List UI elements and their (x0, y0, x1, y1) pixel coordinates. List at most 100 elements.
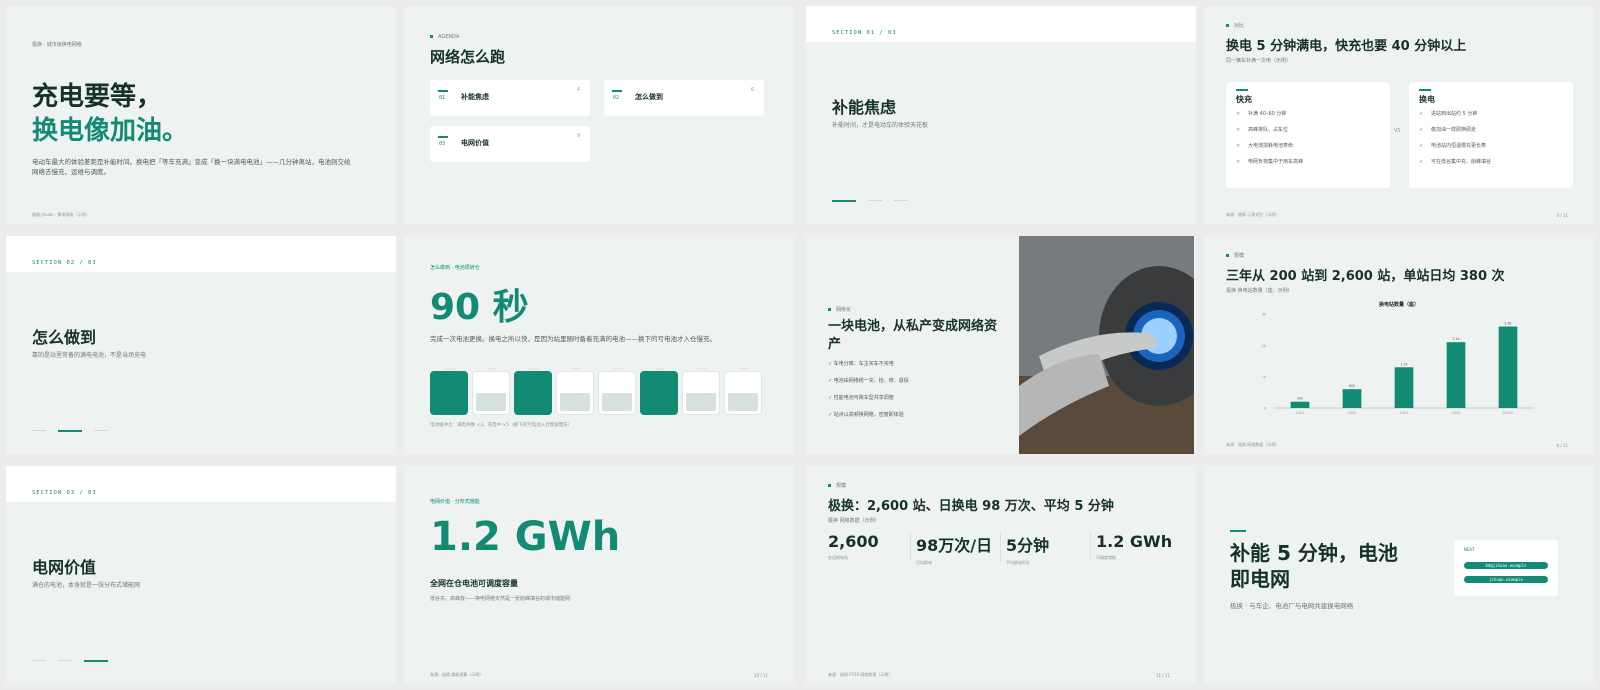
bar-2025E (1498, 326, 1518, 408)
bar-2021 (1290, 401, 1310, 408)
slide-footer: 极换 Jihuan · 换电网络（示例） (32, 212, 90, 217)
agenda-item-number: 02 (613, 95, 620, 101)
charging-plug-photo (1019, 236, 1194, 454)
bar-value-label: 200 (1297, 397, 1303, 401)
big-number: 90 秒 (430, 287, 529, 328)
section-title: 电网价值 (32, 558, 97, 577)
storage-title: 全网在仓电池可调度容量 (430, 579, 518, 588)
progress-dots (832, 200, 908, 202)
vs-label: VS (1394, 128, 1401, 134)
battery-full-icon (640, 368, 678, 415)
check-icon: ✓ (1419, 127, 1424, 133)
agenda-item[interactable]: 03 电网价值 9 (430, 126, 590, 162)
agenda-item-page: 4 (576, 87, 580, 93)
slide-section-1[interactable]: SECTION 01 / 03 补能焦虑 补能时间，才是电动车的体验天花板 (806, 6, 1196, 224)
slide-storage[interactable]: 电网价值 · 分布式储能 1.2 GWh 全网在仓电池可调度容量 低谷充、高峰放… (404, 466, 794, 684)
slide-body: 电动车最大的体验差距是补能时间。换电把「等车充满」变成「换一块满电电池」——几分… (32, 158, 351, 176)
slide-comparison[interactable]: 对比 换电 5 分钟满电，快充也要 40 分钟以上 同一辆车补满一次电（示例） … (1204, 6, 1594, 224)
cross-icon: × (1236, 143, 1241, 149)
check-icon: ✓ (1419, 159, 1424, 165)
x-tick-label: 2024 (1452, 411, 1462, 415)
slide-closing[interactable]: 补能 5 分钟，电池 即电网 极换 · 与车企、电池厂与电网共建换电网络 NEX… (1204, 466, 1594, 684)
check-icon: ✓ (1419, 111, 1424, 117)
closing-title-2: 即电网 (1230, 567, 1290, 591)
agenda-item-label: 补能焦虑 (461, 93, 489, 101)
square-icon (828, 308, 831, 311)
feature-list: ✓ 车电分离：车主买车不买电 ✓ 电池由网络统一充、检、修、退役 ✓ 性能电池可… (828, 360, 909, 418)
section-label: SECTION 02 / 03 (32, 260, 97, 266)
section-subtitle: 补能时间，才是电动车的体验天花板 (832, 122, 929, 129)
storage-subtitle: 低谷充、高峰放——换电网络天然是一张削峰填谷的城市储能网 (430, 596, 571, 602)
slide-kicker: 网络化 (828, 306, 851, 313)
agenda-item-label: 怎么做到 (635, 93, 663, 101)
battery-charging-icon (598, 368, 636, 415)
stat-block: 1.2 GWh 可调度储能 (1096, 532, 1173, 560)
slide-kicker: 规模 (828, 482, 846, 489)
slide-stats[interactable]: 规模 极换：2,600 站、日换电 98 万次、平均 5 分钟 极换 网络数据（… (806, 466, 1196, 684)
y-tick-label: 2k (1262, 344, 1267, 348)
contact-card: NEXT bd@jihuan.example jihuan.example (1454, 540, 1558, 596)
slide-agenda[interactable]: AGENDA 网络怎么跑 01 补能焦虑 4 02 怎么做到 6 03 电网价值… (404, 6, 794, 224)
agenda-item[interactable]: 01 补能焦虑 4 (430, 80, 590, 116)
slide-title[interactable]: 极换 · 城市级换电网络 充电要等， 换电像加油。 电动车最大的体验差距是补能时… (6, 6, 396, 224)
cross-icon: × (1236, 111, 1241, 117)
website-link[interactable]: jihuan.example (1464, 576, 1548, 583)
x-tick-label: 2025E (1502, 411, 1513, 415)
accent-rule (1230, 530, 1246, 532)
comparison-title: 换电 5 分钟满电，快充也要 40 分钟以上 (1226, 39, 1467, 54)
chart-title: 换电站数量（座） (1379, 301, 1419, 308)
agenda-item-page: 9 (576, 133, 580, 139)
cross-icon: × (1236, 159, 1241, 165)
section-subtitle: 靠的是站里常备的满电电池，不是当场充电 (32, 352, 147, 359)
square-icon (430, 35, 433, 38)
slide-chart[interactable]: 规模 三年从 200 站到 2,600 站，单站日均 380 次 极换 换电站数… (1204, 236, 1594, 454)
email-link[interactable]: bd@jihuan.example (1464, 562, 1548, 569)
list-item: ✓ 站点以高频换网络，密度即体验 (828, 412, 904, 418)
slide-footer: 来源：极换 示意对比（示例） (1226, 212, 1280, 217)
big-number: 1.2 GWh (430, 514, 621, 560)
slide-body: 完成一次电池更换。换电之所以快，是因为站里随时备着充满的电池——换下的亏电池才入… (430, 335, 716, 343)
bar-value-label: 1.3k (1401, 362, 1408, 366)
bar-chart: 换电站数量（座） 0 1k 2k 3k 200 2021 600 2022 1.3k 2023 2.1… (1262, 301, 1534, 415)
section-label: SECTION 01 / 03 (832, 30, 897, 36)
title-line-2: 换电像加油。 (32, 116, 189, 146)
agenda-item-label: 电网价值 (461, 139, 489, 147)
slide-page-number: 11 / 11 (1155, 673, 1170, 678)
comparison-card-swap: 换电 ✓ 进站到出站约 5 分钟 ✓ 像加油一样即换即走 ✓ 电池站内恒温慢充更长寿 … (1409, 82, 1573, 188)
bar-2024 (1446, 342, 1466, 408)
stat-block: 2,600 在运换电站 (828, 532, 879, 560)
slide-90-seconds[interactable]: 怎么做到 · 电池周转仓 90 秒 完成一次电池更换。换电之所以快，是因为站里随… (404, 236, 794, 454)
battery-charging-icon (724, 368, 762, 415)
agenda-item[interactable]: 02 怎么做到 6 (604, 80, 764, 116)
slide-page-number: 4 / 11 (1556, 213, 1568, 218)
list-item: ✓ 电池由网络统一充、检、修、退役 (828, 378, 909, 384)
battery-caption: 电池缓冲仓：满电待换 ×3，充电中 ×5（换下的亏电池入仓慢速慢充） (430, 423, 573, 428)
slide-section-3[interactable]: SECTION 03 / 03 电网价值 满仓的电池，本身就是一张分布式储能网 (6, 466, 396, 684)
battery-full-icon (514, 368, 552, 415)
list-item: ✓ 性能电池可跨车型共享调度 (828, 395, 894, 401)
agenda-item-number: 01 (439, 95, 446, 101)
next-label: NEXT (1464, 548, 1475, 553)
agenda-item-number: 03 (439, 141, 446, 147)
x-tick-label: 2023 (1400, 411, 1409, 415)
battery-full-icon (430, 368, 468, 415)
title-line-1: 充电要等， (32, 82, 163, 112)
slide-footer: 来源：极换 网络数据（示例） (1226, 442, 1280, 447)
x-tick-label: 2021 (1296, 411, 1305, 415)
section-subtitle: 满仓的电池，本身就是一张分布式储能网 (32, 582, 141, 589)
y-tick-label: 3k (1262, 313, 1267, 317)
battery-charging-icon (472, 368, 510, 415)
slide-footer: 来源：极换 储能测算（示例） (430, 672, 484, 677)
plug-illustration (1019, 236, 1194, 454)
y-tick-label: 1k (1262, 375, 1267, 379)
bar-2023 (1394, 367, 1414, 408)
stat-block: 5分钟 平均换电时长 (1006, 536, 1050, 565)
agenda-kicker: AGENDA (430, 34, 459, 40)
slide-page-number: 8 / 11 (1556, 443, 1568, 448)
x-tick-label: 2022 (1348, 411, 1357, 415)
y-tick-label: 0 (1264, 407, 1266, 411)
bar-value-label: 2.6k (1505, 322, 1512, 326)
battery-charging-icon (556, 368, 594, 415)
bar-value-label: 2.1k (1453, 337, 1460, 341)
slide-section-2[interactable]: SECTION 02 / 03 怎么做到 靠的是站里常备的满电电池，不是当场充电 (6, 236, 396, 454)
